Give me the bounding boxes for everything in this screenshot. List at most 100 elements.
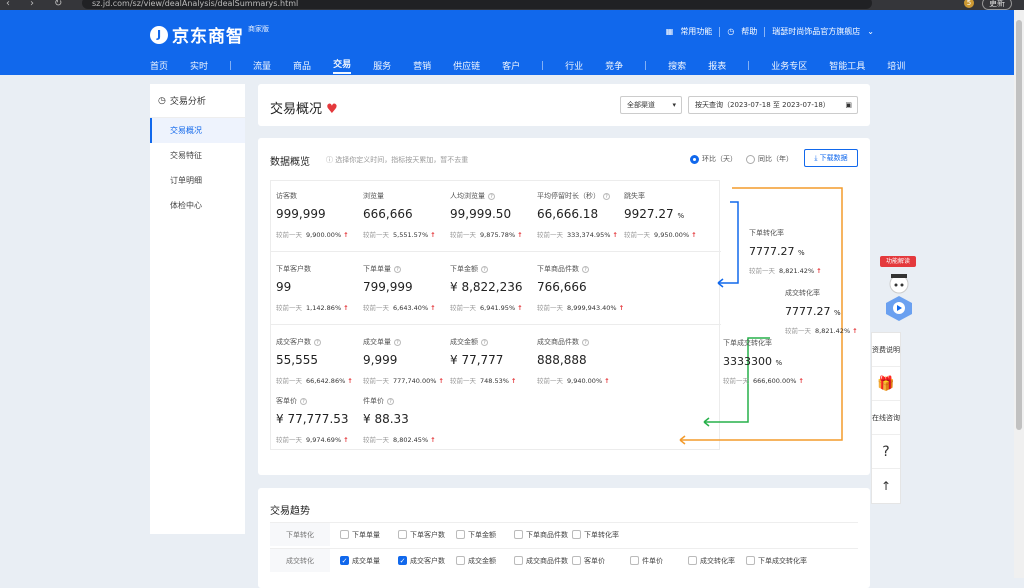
metric-label: 件单价? (363, 396, 436, 406)
metric-change: 较前一天 9,974.69% ↑ (276, 436, 349, 444)
metric-checkbox[interactable]: ✓ 成交客户数 (398, 556, 446, 566)
assistant-bot[interactable] (884, 270, 914, 322)
metric-card: 成交金额? ¥ 77,777 较前一天 748.53% ↑ (450, 337, 516, 385)
metric-card: 访客数 999,999 较前一天 9,900.00% ↑ (276, 191, 349, 239)
nav-5[interactable]: 服务 (373, 59, 391, 72)
trend-panel: 交易趋势 下单转化 下单单量 下单客户数 下单金额 下单商品件数 下单转化率 成交转化 ✓ 成交… (258, 488, 870, 588)
back-to-top-icon[interactable]: ↑ (872, 469, 900, 503)
top-header: J 京东商智 商家版 ▦ 常用功能 ◷ 帮助 瑞瑟时尚饰品官方旗舰店 ⌄ 首页 实… (0, 10, 1024, 75)
store-name[interactable]: 瑞瑟时尚饰品官方旗舰店 (772, 26, 860, 37)
arrow-up-icon: ↑ (852, 327, 858, 335)
nav-10[interactable]: 竞争 (605, 59, 623, 72)
question-icon[interactable]: ? (488, 192, 495, 200)
update-button[interactable]: 更新 (982, 0, 1012, 10)
metric-card: 下单客户数 99 较前一天 1,142.86% ↑ (276, 264, 349, 312)
metric-card: 下单商品件数? 766,666 较前一天 8,999,943.40% ↑ (537, 264, 624, 312)
address-bar[interactable]: sz.jd.com/sz/view/dealAnalysis/dealSumma… (82, 0, 872, 9)
question-icon[interactable]: ? (582, 338, 589, 346)
reload-icon[interactable]: ↻ (54, 0, 62, 9)
calendar-icon: ▣ (845, 101, 852, 109)
feature-tag[interactable]: 功能解读 (880, 256, 916, 267)
question-icon[interactable]: ? (394, 265, 401, 273)
metric-checkbox[interactable]: 下单金额 (456, 530, 504, 540)
nav-0[interactable]: 首页 (150, 59, 168, 72)
nav-11[interactable]: 搜索 (668, 59, 686, 72)
arrow-up-icon: ↑ (517, 304, 523, 312)
nav-15[interactable]: 培训 (887, 59, 905, 72)
help-link[interactable]: 帮助 (741, 26, 757, 37)
nav-7[interactable]: 供应链 (453, 59, 480, 72)
question-icon[interactable]: ? (481, 265, 488, 273)
arrow-up-icon: ↑ (430, 436, 436, 444)
sidebar-item-check[interactable]: 体检中心 (150, 193, 245, 218)
jd-logo[interactable]: J 京东商智 商家版 (150, 22, 269, 47)
profile-avatar[interactable]: 5 (964, 0, 974, 8)
metric-value: 999,999 (276, 207, 326, 221)
nav-6[interactable]: 营销 (413, 59, 431, 72)
scrollbar[interactable] (1014, 10, 1024, 578)
grid-icon: ▦ (665, 27, 674, 36)
metric-checkbox[interactable]: 件单价 (630, 556, 678, 566)
nav-12[interactable]: 报表 (708, 59, 726, 72)
arrow-up-icon: ↑ (511, 377, 517, 385)
metric-value: ¥ 8,822,236 (450, 280, 523, 294)
nav-1[interactable]: 实时 (190, 59, 208, 72)
fee-description-button[interactable]: 资费说明 (872, 333, 900, 367)
clock-icon: ◷ (158, 95, 166, 106)
metric-card: 平均停留时长（秒）? 66,666.18 较前一天 333,374.95% ↑ (537, 191, 618, 239)
metric-label: 下单客户数 (276, 265, 311, 273)
forward-icon[interactable]: › (30, 0, 34, 9)
question-icon[interactable]: ? (481, 338, 488, 346)
nav-14[interactable]: 智能工具 (829, 59, 865, 72)
nav-8[interactable]: 客户 (502, 59, 520, 72)
metric-checkbox[interactable]: ✓ 成交单量 (340, 556, 388, 566)
common-functions-link[interactable]: 常用功能 (680, 26, 712, 37)
gift-icon[interactable]: 🎁 (872, 367, 900, 401)
overview-hint: ⓘ 选择你定义时间，指标按天累加，暂不去重 (326, 156, 469, 164)
metric-change: 较前一天 8,802.45% ↑ (363, 436, 436, 444)
metric-card: 下单金额? ¥ 8,822,236 较前一天 6,941.95% ↑ (450, 264, 523, 312)
help-question-icon[interactable]: ? (872, 435, 900, 469)
channel-select[interactable]: 全部渠道 ▾ (620, 96, 682, 114)
metric-change: 较前一天 6,643.40% ↑ (363, 304, 436, 312)
metric-value: 55,555 (276, 353, 318, 367)
arrow-up-icon: ↑ (517, 231, 523, 239)
question-icon[interactable]: ? (387, 397, 394, 405)
question-icon[interactable]: ? (300, 397, 307, 405)
metric-label: 成交商品件数? (537, 337, 610, 347)
nav-3[interactable]: 商品 (293, 59, 311, 72)
back-icon[interactable]: ‹ (6, 0, 10, 9)
metric-change: 较前一天 6,941.95% ↑ (450, 304, 523, 312)
arrow-up-icon: ↑ (343, 436, 349, 444)
float-toolbar: 资费说明 🎁 在线咨询 ? ↑ (871, 332, 901, 504)
nav-4[interactable]: 交易 (333, 57, 352, 74)
trend-row-label: 下单转化 (270, 523, 330, 546)
metric-checkbox[interactable]: 成交金额 (456, 556, 504, 566)
nav-13[interactable]: 业务专区 (771, 59, 807, 72)
metric-checkbox[interactable]: 成交商品件数 (514, 556, 568, 566)
metric-checkbox[interactable]: 下单客户数 (398, 530, 446, 540)
date-range-picker[interactable]: 按天查询（2023-07-18 至 2023-07-18） ▣ (688, 96, 858, 114)
metric-checkbox[interactable]: 下单成交转化率 (746, 556, 807, 566)
sidebar-item-features[interactable]: 交易特征 (150, 143, 245, 168)
metric-card: 客单价? ¥ 77,777.53 较前一天 9,974.69% ↑ (276, 396, 349, 444)
nav-9[interactable]: 行业 (565, 59, 583, 72)
metric-checkbox[interactable]: 下单转化率 (572, 530, 620, 540)
nav-2[interactable]: 流量 (253, 59, 271, 72)
metric-checkbox[interactable]: 成交转化率 (688, 556, 736, 566)
sidebar-item-orders[interactable]: 订单明细 (150, 168, 245, 193)
metric-checkbox[interactable]: 下单单量 (340, 530, 388, 540)
download-button[interactable]: ⤓ 下载数据 (804, 149, 858, 167)
metric-label: 下单商品件数? (537, 264, 624, 274)
metric-checkbox[interactable]: 客单价 (572, 556, 620, 566)
chevron-down-icon[interactable]: ⌄ (867, 27, 874, 36)
radio-mom[interactable]: 环比（天） (690, 154, 737, 164)
question-icon[interactable]: ? (582, 265, 589, 273)
question-icon[interactable]: ? (314, 338, 321, 346)
metric-checkbox[interactable]: 下单商品件数 (514, 530, 568, 540)
radio-yoy[interactable]: 同比（年） (746, 154, 793, 164)
online-consult-button[interactable]: 在线咨询 (872, 401, 900, 435)
question-icon[interactable]: ? (603, 192, 610, 200)
question-icon[interactable]: ? (394, 338, 401, 346)
sidebar-item-overview[interactable]: 交易概况 (150, 118, 245, 143)
